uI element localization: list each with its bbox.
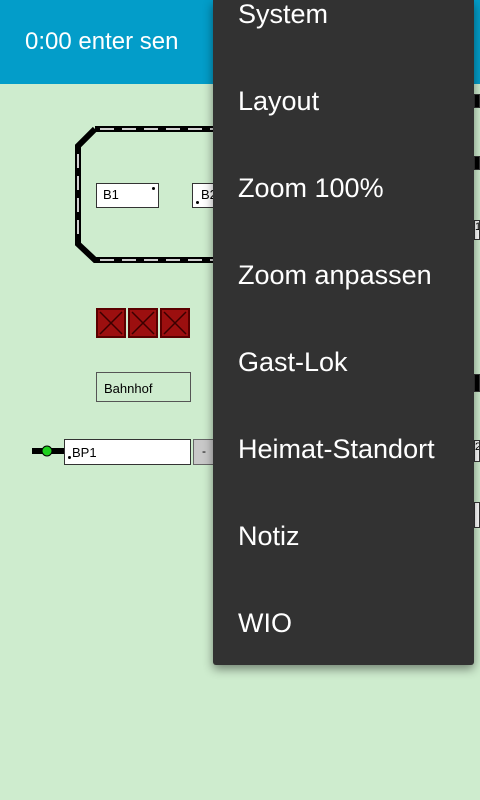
right-block-edge[interactable]: 2: [474, 440, 480, 462]
block-b1[interactable]: B1: [96, 183, 159, 208]
block-direction-dot: [68, 456, 71, 459]
signal-red-3[interactable]: [160, 308, 190, 338]
menu-item-guest-loco[interactable]: Gast-Lok: [213, 319, 474, 406]
menu-item-system[interactable]: System: [213, 0, 474, 58]
block-direction-dot: [152, 187, 155, 190]
menu-item-label: Notiz: [238, 521, 300, 551]
signal-group[interactable]: [96, 308, 190, 338]
right-block-label: 2: [475, 441, 479, 453]
menu-item-home-location[interactable]: Heimat-Standort: [213, 406, 474, 493]
menu-item-zoom-fit[interactable]: Zoom anpassen: [213, 232, 474, 319]
menu-item-label: Gast-Lok: [238, 347, 348, 377]
station-label-text: Bahnhof: [104, 381, 153, 396]
menu-item-label: Zoom 100%: [238, 173, 384, 203]
menu-item-layout[interactable]: Layout: [213, 58, 474, 145]
menu-item-zoom-100[interactable]: Zoom 100%: [213, 145, 474, 232]
menu-item-label: Heimat-Standort: [238, 434, 435, 464]
right-track-stub: [474, 374, 480, 392]
block-bp1[interactable]: BP1: [64, 439, 191, 465]
green-signal-icon[interactable]: [32, 444, 64, 458]
signal-red-1[interactable]: [96, 308, 126, 338]
signal-red-2[interactable]: [128, 308, 158, 338]
right-track-stub: [474, 156, 480, 170]
menu-item-label: Zoom anpassen: [238, 260, 432, 290]
right-track-stub: [474, 94, 480, 108]
menu-item-note[interactable]: Notiz: [213, 493, 474, 580]
menu-item-label: WIO: [238, 608, 292, 638]
right-block-edge[interactable]: 1: [474, 220, 480, 240]
right-block-edge[interactable]: [474, 502, 480, 528]
menu-item-label: System: [238, 0, 329, 29]
right-block-label: 1: [475, 221, 479, 233]
overflow-menu: System Layout Zoom 100% Zoom anpassen Ga…: [213, 0, 474, 665]
block-b1-label: B1: [103, 187, 119, 202]
menu-item-label: Layout: [238, 86, 320, 116]
block-direction-dot: [196, 201, 199, 204]
menu-item-wio[interactable]: WIO: [213, 580, 474, 665]
block-toggle-button[interactable]: -: [193, 439, 215, 465]
block-bp1-label: BP1: [72, 445, 97, 460]
app-title: 0:00 enter sen: [25, 28, 179, 55]
station-label[interactable]: Bahnhof: [96, 372, 191, 402]
